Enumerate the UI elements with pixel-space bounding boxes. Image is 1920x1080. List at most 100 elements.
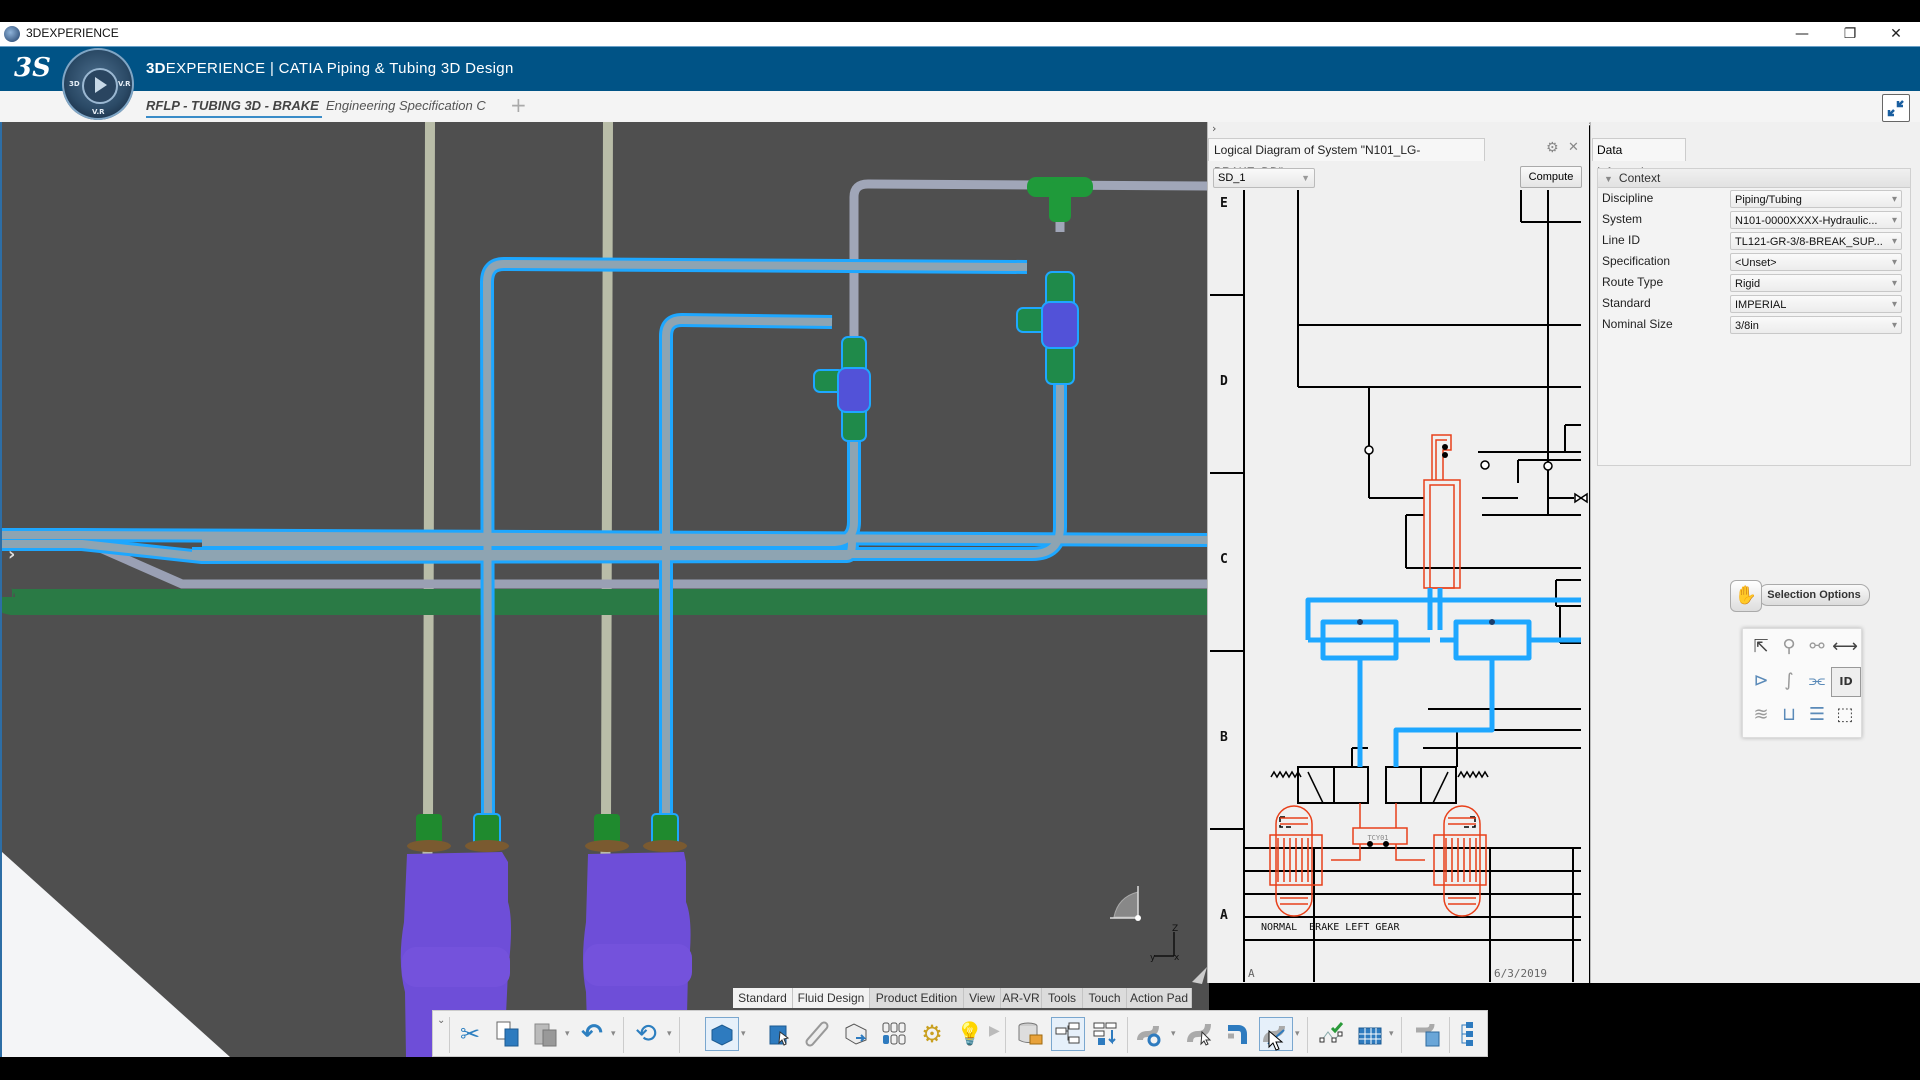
bulb-icon: 💡: [956, 1021, 984, 1047]
tab-tools[interactable]: Tools: [1042, 988, 1083, 1008]
undo-button[interactable]: ↶: [575, 1017, 609, 1051]
compass-widget[interactable]: 3D V.R V.R: [62, 48, 134, 120]
system-select[interactable]: N101-0000XXXX-Hydraulic...: [1730, 211, 1902, 229]
flip-button[interactable]: [839, 1017, 873, 1051]
tab-fluid-design[interactable]: Fluid Design: [793, 988, 870, 1008]
document-tabs: RFLP - TUBING 3D - BRAKE Engineering Spe…: [0, 91, 1920, 123]
close-button[interactable]: ✕: [1876, 24, 1916, 44]
minimize-button[interactable]: —: [1782, 24, 1822, 44]
tree-button[interactable]: [1453, 1017, 1487, 1051]
brake-actuator[interactable]: [1423, 434, 1461, 589]
logical-diagram-button[interactable]: [1051, 1017, 1085, 1051]
copy-button[interactable]: [491, 1017, 525, 1051]
auto-route-icon: [1228, 1025, 1247, 1044]
paste-button[interactable]: [529, 1017, 563, 1051]
array-button[interactable]: [877, 1017, 911, 1051]
tab-touch[interactable]: Touch: [1083, 988, 1127, 1008]
table-button[interactable]: [1353, 1017, 1387, 1051]
titleblock-revision: A: [1248, 967, 1255, 980]
row-label-e: E: [1220, 196, 1228, 211]
restore-button[interactable]: ❐: [1830, 24, 1870, 44]
add-tab-button[interactable]: +: [510, 93, 527, 117]
measure-icon[interactable]: ⟷: [1831, 633, 1859, 661]
collapse-panel-arrow[interactable]: ›: [1212, 122, 1216, 135]
select-part-icon[interactable]: ⚲: [1775, 633, 1803, 661]
tee-fitting-right[interactable]: [1016, 271, 1079, 385]
selection-options[interactable]: Selection Options ✋: [1730, 580, 1870, 612]
hand-icon[interactable]: ✋: [1730, 580, 1762, 612]
grey-tube-upper[interactable]: [849, 179, 1209, 542]
close-icon[interactable]: ✕: [1568, 140, 1579, 155]
tab-rflp-tubing[interactable]: RFLP - TUBING 3D - BRAKE: [146, 98, 322, 118]
tab-view[interactable]: View: [964, 988, 1001, 1008]
route-by-diagram-button[interactable]: [1183, 1017, 1217, 1051]
settings-button[interactable]: ⚙: [915, 1017, 949, 1051]
3d-scene[interactable]: › Z y x: [2, 122, 1209, 1057]
tab-action-pad[interactable]: Action Pad: [1127, 988, 1192, 1008]
ds-logo-icon[interactable]: 3S: [14, 53, 51, 83]
light-direction-widget[interactable]: [1110, 886, 1141, 921]
sheet-select[interactable]: SD_1 ▼: [1213, 168, 1315, 188]
flip-icon: [845, 1023, 867, 1045]
select-system-icon[interactable]: ⊔: [1775, 701, 1803, 729]
route-type-select[interactable]: Rigid: [1730, 274, 1902, 292]
resize-grip[interactable]: [1192, 967, 1207, 984]
tube-calculator-button[interactable]: [1411, 1017, 1445, 1051]
select-route-icon[interactable]: ∫: [1775, 667, 1803, 695]
axis-triad[interactable]: Z y x: [1150, 924, 1180, 963]
select-line-id-icon[interactable]: ID: [1831, 667, 1861, 697]
green-pipe[interactable]: [2, 587, 1209, 615]
titleblock-date: 6/3/2019: [1494, 967, 1547, 980]
data-information-tab[interactable]: Data Information: [1592, 138, 1686, 179]
logical-diagram-canvas[interactable]: TCY01 E D C B A NORMAL BRAKE LEFT GEAR A…: [1208, 190, 1589, 983]
collapse-header-button[interactable]: [1882, 94, 1910, 122]
specification-select[interactable]: <Unset>: [1730, 253, 1902, 271]
svg-text:Z: Z: [1172, 924, 1178, 934]
gear-icon: ⚙: [921, 1020, 943, 1048]
tee-fitting-left[interactable]: [813, 336, 871, 442]
select-in-3d-button[interactable]: [763, 1017, 797, 1051]
tab-ar-vr[interactable]: AR-VR: [1001, 988, 1042, 1008]
check-valves[interactable]: [1364, 445, 1588, 504]
play-icon[interactable]: [95, 77, 107, 93]
select-spec-icon[interactable]: ⊳: [1747, 667, 1775, 695]
line-id-select[interactable]: TL121-GR-3/8-BREAK_SUP...: [1730, 232, 1902, 250]
brake-wheels[interactable]: [1269, 803, 1487, 917]
select-connected-icon[interactable]: ⚯: [1803, 633, 1831, 661]
select-line-icon[interactable]: ⫘: [1803, 667, 1831, 695]
context-header[interactable]: ▼ Context: [1598, 169, 1910, 188]
part-icon: [711, 1024, 733, 1046]
selection-options-label[interactable]: Selection Options: [1758, 584, 1870, 606]
cut-button[interactable]: ✂: [453, 1017, 487, 1051]
toolbar-collapse-icon[interactable]: ⌄: [437, 1015, 445, 1026]
row-label-a: A: [1220, 908, 1228, 923]
tab-engineering-specification[interactable]: Engineering Specification C: [326, 98, 496, 113]
select-trap-icon[interactable]: ⬚: [1831, 701, 1859, 729]
field-system: System N101-0000XXXX-Hydraulic...: [1598, 210, 1910, 231]
undo-icon: ↶: [581, 1019, 603, 1049]
tab-standard[interactable]: Standard: [733, 988, 793, 1008]
selected-diagram-lines[interactable]: [1305, 588, 1581, 767]
part-design-button[interactable]: [705, 1017, 739, 1051]
select-bundle-icon[interactable]: ≋: [1747, 701, 1775, 729]
validation-button[interactable]: [1315, 1017, 1349, 1051]
3d-viewport[interactable]: › Z y x: [0, 122, 1209, 1057]
standard-select[interactable]: IMPERIAL: [1730, 295, 1902, 313]
light-button[interactable]: 💡: [953, 1017, 987, 1051]
expand-left-panel-icon[interactable]: ›: [8, 544, 15, 565]
update-button[interactable]: ⟲: [629, 1017, 663, 1051]
select-tree-icon[interactable]: ☰: [1803, 701, 1831, 729]
tube-button[interactable]: [801, 1017, 835, 1051]
compute-button[interactable]: Compute: [1520, 166, 1582, 188]
gear-icon[interactable]: ⚙: [1546, 140, 1559, 156]
catalog-button[interactable]: [1013, 1017, 1047, 1051]
nominal-size-select[interactable]: 3/8in: [1730, 316, 1902, 334]
discipline-select[interactable]: Piping/Tubing: [1730, 190, 1902, 208]
tube-auto-route-button[interactable]: [1221, 1017, 1255, 1051]
tee-fitting-top[interactable]: [1027, 177, 1093, 222]
route-tube-button[interactable]: [1133, 1017, 1167, 1051]
tab-product-edition[interactable]: Product Edition: [870, 988, 964, 1008]
select-icon[interactable]: ⇱: [1747, 633, 1775, 661]
transfer-button[interactable]: [1089, 1017, 1123, 1051]
more-arrow-icon[interactable]: ▶: [989, 1023, 1000, 1039]
